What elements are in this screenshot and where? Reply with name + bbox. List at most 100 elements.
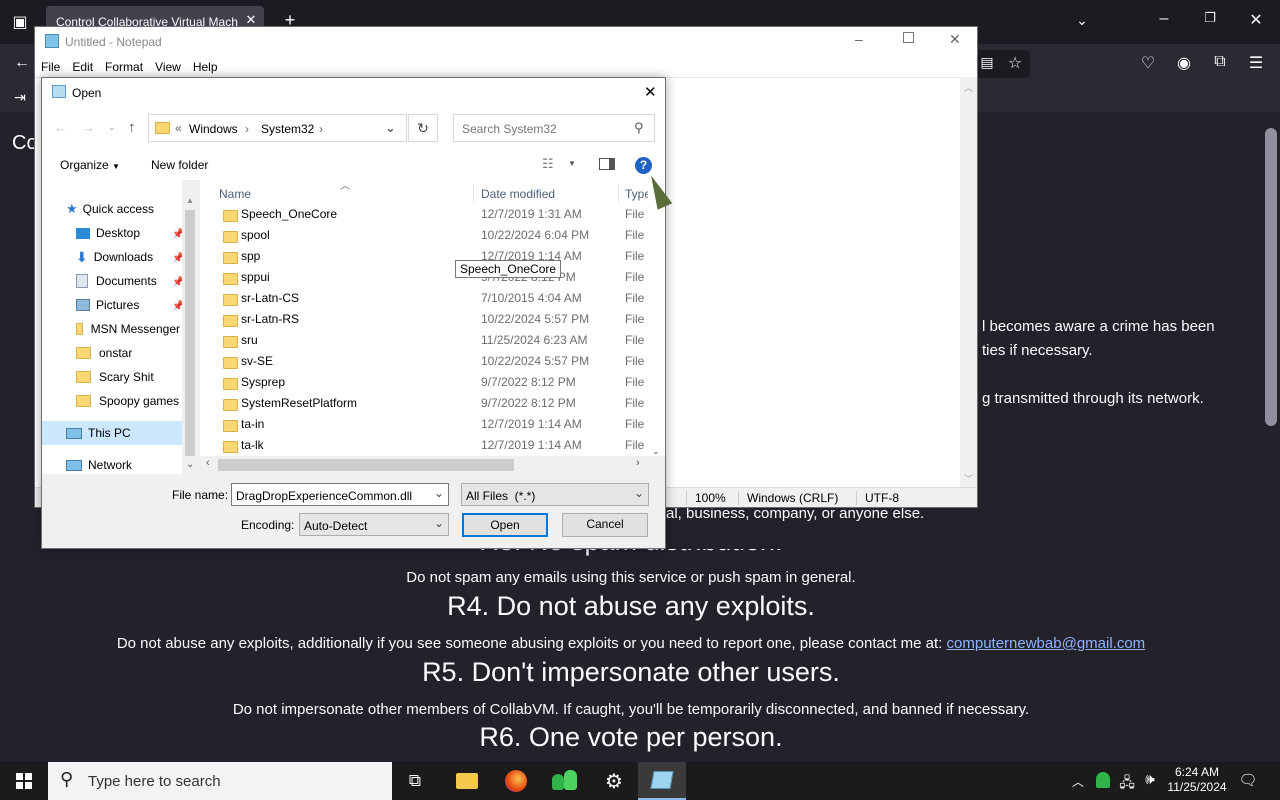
network-tray-icon[interactable]: 🖧 [1118,772,1136,796]
column-name[interactable]: Name [219,187,251,201]
view-options-icon[interactable]: ☷ [542,156,554,172]
address-bar[interactable]: « Windows › System32 › ⌄ [148,114,407,142]
dialog-close-icon[interactable]: ✕ [644,83,657,101]
nav-this-pc[interactable]: This PC [42,421,182,445]
encoding-dropdown-icon[interactable]: ⌄ [434,516,444,530]
close-window-icon[interactable]: ✕ [1246,10,1266,30]
nav-spoopy-games[interactable]: Spoopy games [76,389,180,413]
menu-file[interactable]: File [41,60,60,74]
minimize-icon[interactable]: – [1154,10,1174,28]
file-explorer-icon[interactable] [456,773,478,789]
file-row[interactable]: sr-Latn-RS 10/22/2024 5:57 PM File f [200,309,648,330]
nav-quick-access[interactable]: ★ Quick access [66,197,180,221]
notepad-minimize-icon[interactable]: – [855,31,863,47]
file-row[interactable]: ta-in 12/7/2019 1:14 AM File f [200,414,648,435]
notepad-scrollbar[interactable]: ︿ ﹀ [960,77,977,487]
file-row[interactable]: ta-lk 12/7/2019 1:14 AM File f [200,435,648,456]
breadcrumb-windows[interactable]: Windows [189,122,238,136]
up-arrow-icon[interactable]: ↑ [128,119,136,136]
file-row[interactable]: sppui9/7/2022 8:12 PMFile f [200,267,648,288]
tray-messenger-icon[interactable] [1096,772,1110,788]
file-row[interactable]: Sysprep 9/7/2022 8:12 PM File f [200,372,648,393]
file-type-select[interactable]: All Files (*.*) ⌄ [461,483,649,506]
list-all-tabs-icon[interactable]: ⌄ [1072,12,1092,29]
file-type-dropdown-icon[interactable]: ⌄ [634,486,644,500]
hscroll-thumb[interactable] [218,459,514,471]
nav-scrollbar[interactable]: ▲ ⌄ [182,180,198,474]
breadcrumb-system32[interactable]: System32 [261,122,314,136]
firefox-icon[interactable] [505,770,527,792]
encoding-select[interactable]: Auto-Detect ⌄ [299,513,449,536]
tab-list-icon[interactable]: ▣ [10,12,30,32]
menu-help[interactable]: Help [193,60,218,74]
file-row[interactable]: sv-SE 10/22/2024 5:57 PM File f [200,351,648,372]
menu-edit[interactable]: Edit [72,60,93,74]
help-icon[interactable]: ? [635,157,652,174]
taskbar-search-box[interactable]: ⚲ Type here to search [48,762,392,800]
back-icon[interactable]: ← [12,54,32,72]
forward-arrow-icon[interactable]: → [82,120,95,135]
page-scrollbar[interactable] [1262,112,1280,762]
msn-messenger-icon[interactable] [552,770,578,792]
file-row[interactable]: spp12/7/2019 1:14 AMFile f [200,246,648,267]
extensions-icon[interactable]: ⧉ [1210,53,1230,71]
back-arrow-icon[interactable]: ← [54,120,67,135]
file-row[interactable]: sr-Latn-CS 7/10/2015 4:04 AM File f [200,288,648,309]
bookmark-star-icon[interactable]: ☆ [1006,53,1024,73]
settings-gear-icon[interactable]: ⚙ [602,769,626,794]
notepad-menubar: File Edit Format View Help [41,60,230,74]
pocket-icon[interactable]: ♡ [1138,53,1158,73]
open-button[interactable]: Open [462,513,548,537]
file-list-hscroll[interactable]: ‹ › [200,456,665,474]
preview-pane-icon[interactable] [599,158,615,170]
notifications-icon[interactable]: 🗨 [1238,771,1258,789]
account-icon[interactable]: ◉ [1174,53,1194,73]
nav-pictures[interactable]: Pictures [76,293,180,317]
notepad-close-icon[interactable]: ✕ [949,31,961,48]
show-hidden-icons-icon[interactable]: ︿ [1070,773,1086,790]
search-field[interactable]: Search System32 ⚲ [453,114,655,142]
nav-downloads[interactable]: ⬇ Downloads [76,245,180,269]
address-dropdown-icon[interactable]: ⌄ [385,120,396,136]
menu-format[interactable]: Format [105,60,143,74]
notepad-maximize-icon[interactable] [903,32,914,43]
nav-documents[interactable]: Documents [76,269,180,293]
file-row[interactable]: sru 11/25/2024 6:23 AM File f [200,330,648,351]
file-list-vscroll[interactable]: ⌄ [648,180,665,456]
contact-email-link[interactable]: computernewbab@gmail.com [947,635,1146,652]
reader-view-icon[interactable]: ▤ [978,54,996,71]
page-scrollbar-thumb[interactable] [1265,128,1277,426]
notepad-taskbar-button[interactable] [638,762,686,800]
nav-onstar[interactable]: onstar [76,341,180,365]
status-zoom: 100% [686,491,726,505]
task-view-icon[interactable]: ⧉ [404,771,426,791]
volume-icon[interactable]: 🕪 [1141,771,1159,788]
refresh-icon[interactable]: ↻ [408,114,438,142]
new-folder-button[interactable]: New folder [151,158,208,172]
file-date: 10/22/2024 5:57 PM [481,354,590,368]
sort-ascending-icon: ︿ [340,181,350,192]
nav-desktop[interactable]: Desktop [76,221,180,245]
recent-chevron-icon[interactable]: ⌄ [108,122,116,133]
search-icon[interactable]: ⚲ [634,120,644,136]
nav-network[interactable]: Network [66,453,132,477]
cancel-button[interactable]: Cancel [562,513,648,537]
start-windows-icon[interactable] [16,773,32,789]
restore-icon[interactable]: ❐ [1200,10,1220,26]
clock[interactable]: 6:24 AM 11/25/2024 [1162,765,1232,795]
nav-msn-messenger[interactable]: MSN Messenger [76,317,180,341]
nav-scrollbar-thumb[interactable] [185,210,195,456]
breadcrumb-overflow[interactable]: « [175,121,182,135]
menu-view[interactable]: View [155,60,181,74]
view-dropdown-icon[interactable]: ▼ [568,159,576,168]
file-row[interactable]: spool 10/22/2024 6:04 PM File f [200,225,648,246]
organize-button[interactable]: Organize ▼ [60,158,120,172]
nav-scary-shit[interactable]: Scary Shit [76,365,180,389]
sign-in-icon[interactable]: ⇥ [10,89,30,106]
file-name-dropdown-icon[interactable]: ⌄ [434,486,444,500]
file-row[interactable]: SystemResetPlatform 9/7/2022 8:12 PM File … [200,393,648,414]
column-date[interactable]: Date modified [481,187,555,201]
menu-icon[interactable]: ☰ [1246,53,1266,73]
file-row[interactable]: Speech_OneCore 12/7/2019 1:31 AM File f [200,206,648,225]
file-name-input[interactable]: DragDropExperienceCommon.dll ⌄ [231,483,449,506]
